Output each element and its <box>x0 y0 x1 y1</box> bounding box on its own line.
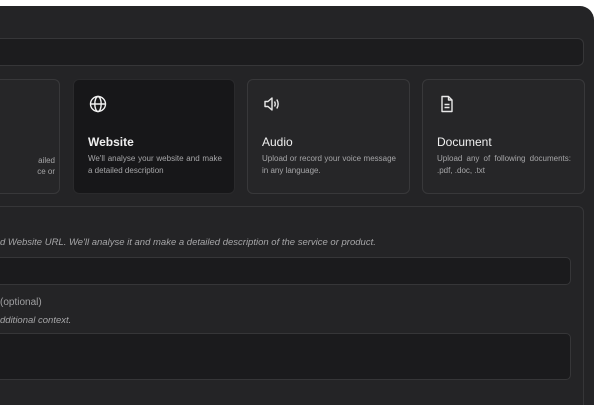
globe-icon <box>88 94 108 114</box>
speaker-icon <box>262 94 282 114</box>
option-title: Website <box>88 135 134 149</box>
option-description: Upload or record your voice message in a… <box>262 154 396 175</box>
document-icon <box>437 94 457 114</box>
option-title: Audio <box>262 135 293 149</box>
option-title: Document <box>437 135 492 149</box>
partial-desc-line-2: ce or <box>37 167 55 176</box>
context-label: (optional) <box>0 297 42 308</box>
option-card-document[interactable]: Document Upload any of following documen… <box>422 79 585 194</box>
partial-desc-line-1: ailed <box>38 156 55 165</box>
context-hint-text: dditional context. <box>0 315 72 326</box>
option-card-partial[interactable]: ailed ce or <box>0 79 60 194</box>
option-description: We'll analyse your website and make a de… <box>88 154 222 175</box>
app-window: ailed ce or Website We'll analyse your w… <box>0 6 594 405</box>
url-input[interactable] <box>0 257 571 285</box>
option-card-audio[interactable]: Audio Upload or record your voice messag… <box>247 79 410 194</box>
url-hint-text: d Website URL. We'll analyse it and make… <box>0 237 376 248</box>
option-card-website[interactable]: Website We'll analyse your website and m… <box>73 79 235 194</box>
context-textarea[interactable] <box>0 333 571 380</box>
option-description: Upload any of following documents: .pdf,… <box>437 154 571 175</box>
top-input-bar[interactable] <box>0 38 584 66</box>
screenshot-frame: ailed ce or Website We'll analyse your w… <box>0 0 600 405</box>
